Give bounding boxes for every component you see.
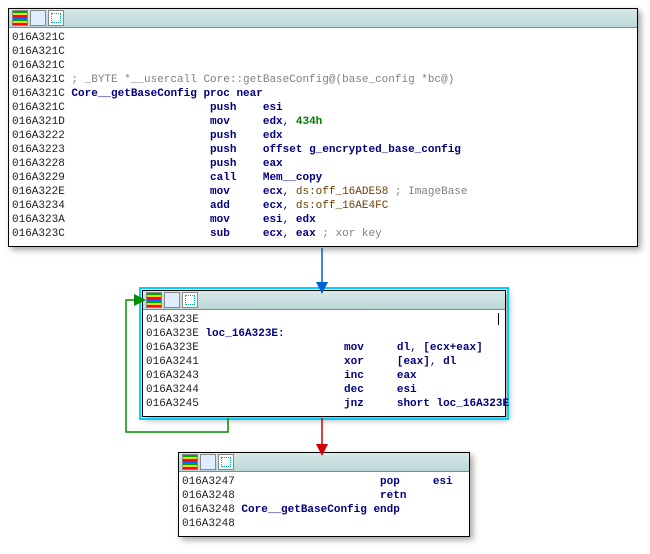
disasm-line[interactable]: 016A321C bbox=[12, 31, 634, 45]
disasm-line[interactable]: 016A323E loc_16A323E: bbox=[146, 327, 502, 341]
block-titlebar bbox=[9, 9, 637, 28]
disasm-line[interactable]: 016A3247 pop esi bbox=[182, 475, 466, 489]
block-titlebar bbox=[143, 291, 505, 310]
block-titlebar bbox=[179, 453, 469, 472]
disasm-lines: 016A323E 016A323E loc_16A323E:016A323E m… bbox=[143, 310, 505, 416]
disasm-line[interactable]: 016A3248 bbox=[182, 517, 466, 531]
disasm-line[interactable]: 016A323E mov dl, [ecx+eax] bbox=[146, 341, 502, 355]
disasm-line[interactable]: 016A3234 add ecx, ds:off_16AE4FC bbox=[12, 199, 634, 213]
block-options-icon[interactable] bbox=[164, 292, 180, 308]
disasm-block-3-epilogue: 016A3247 pop esi016A3248 retn 016A3248 C… bbox=[178, 452, 470, 537]
disasm-line[interactable]: 016A321D mov edx, 434h bbox=[12, 115, 634, 129]
disasm-line[interactable]: 016A3222 push edx bbox=[12, 129, 634, 143]
disasm-line[interactable]: 016A323C sub ecx, eax ; xor key bbox=[12, 227, 634, 241]
disasm-line[interactable]: 016A322E mov ecx, ds:off_16ADE58 ; Image… bbox=[12, 185, 634, 199]
disasm-line[interactable]: 016A3243 inc eax bbox=[146, 369, 502, 383]
graph-mode-icon[interactable] bbox=[182, 292, 198, 308]
block-options-icon[interactable] bbox=[200, 454, 216, 470]
disasm-line[interactable]: 016A323E bbox=[146, 313, 502, 327]
disasm-block-2-loop: 016A323E 016A323E loc_16A323E:016A323E m… bbox=[142, 290, 506, 417]
disasm-line[interactable]: 016A3248 retn bbox=[182, 489, 466, 503]
color-mode-icon[interactable] bbox=[146, 292, 162, 308]
disasm-line[interactable]: 016A3241 xor [eax], dl bbox=[146, 355, 502, 369]
disasm-lines: 016A3247 pop esi016A3248 retn 016A3248 C… bbox=[179, 472, 469, 536]
disasm-line[interactable]: 016A3248 Core__getBaseConfig endp bbox=[182, 503, 466, 517]
block-options-icon[interactable] bbox=[30, 10, 46, 26]
color-mode-icon[interactable] bbox=[182, 454, 198, 470]
disasm-line[interactable]: 016A3245 jnz short loc_16A323E bbox=[146, 397, 502, 411]
disasm-line[interactable]: 016A321C bbox=[12, 59, 634, 73]
disasm-lines: 016A321C 016A321C 016A321C 016A321C ; _B… bbox=[9, 28, 637, 246]
color-mode-icon[interactable] bbox=[12, 10, 28, 26]
disasm-block-1: 016A321C 016A321C 016A321C 016A321C ; _B… bbox=[8, 8, 638, 247]
disasm-line[interactable]: 016A321C push esi bbox=[12, 101, 634, 115]
disasm-line[interactable]: 016A321C bbox=[12, 45, 634, 59]
disasm-line[interactable]: 016A3229 call Mem__copy bbox=[12, 171, 634, 185]
disasm-line[interactable]: 016A321C Core__getBaseConfig proc near bbox=[12, 87, 634, 101]
disasm-line[interactable]: 016A3244 dec esi bbox=[146, 383, 502, 397]
disasm-line[interactable]: 016A323A mov esi, edx bbox=[12, 213, 634, 227]
cursor-bar bbox=[498, 313, 499, 325]
disasm-line[interactable]: 016A321C ; _BYTE *__usercall Core::getBa… bbox=[12, 73, 634, 87]
disasm-line[interactable]: 016A3228 push eax bbox=[12, 157, 634, 171]
disasm-line[interactable]: 016A3223 push offset g_encrypted_base_co… bbox=[12, 143, 634, 157]
graph-mode-icon[interactable] bbox=[48, 10, 64, 26]
graph-mode-icon[interactable] bbox=[218, 454, 234, 470]
